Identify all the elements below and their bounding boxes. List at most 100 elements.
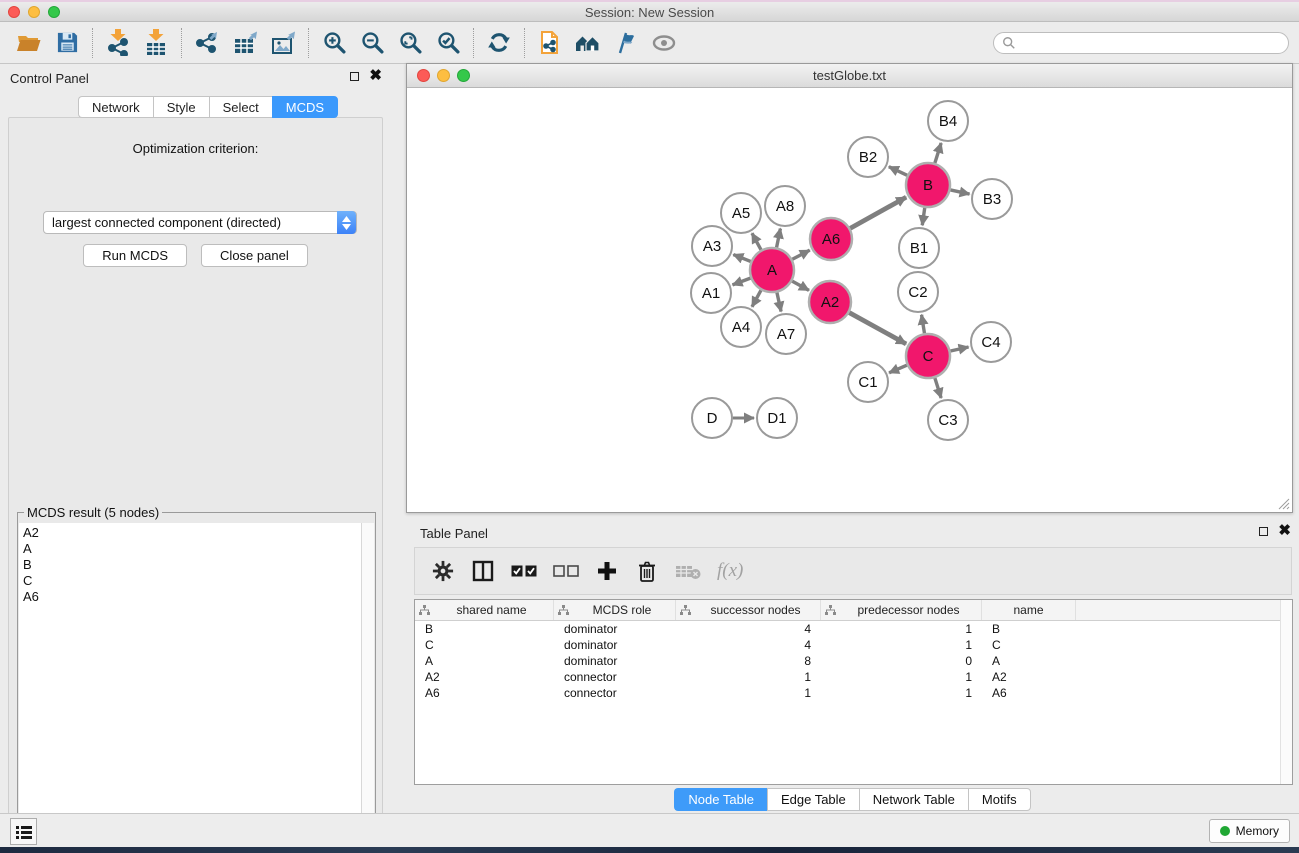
edge-A2-C[interactable] (849, 313, 906, 344)
show-columns-button[interactable] (471, 557, 495, 585)
table-row[interactable]: Cdominator41C (415, 637, 1292, 653)
vizmapper-button[interactable] (607, 26, 645, 60)
network-from-file-button[interactable] (531, 26, 569, 60)
node-B3[interactable]: B3 (972, 179, 1012, 219)
close-table-panel-icon[interactable]: ✖ (1278, 525, 1291, 537)
edge-B-B4[interactable] (935, 143, 941, 163)
search-input[interactable] (1016, 34, 1288, 52)
node-A2[interactable]: A2 (809, 281, 851, 323)
edge-B-B2[interactable] (889, 167, 907, 176)
close-panel-icon[interactable]: ✖ (369, 70, 382, 82)
edge-C-C4[interactable] (950, 347, 968, 351)
save-session-button[interactable] (48, 26, 86, 60)
run-mcds-button[interactable]: Run MCDS (83, 244, 187, 267)
edge-C-C2[interactable] (922, 315, 925, 334)
tab-mcds[interactable]: MCDS (272, 96, 338, 118)
network-canvas[interactable]: B4 B2 B B3 A8A5 A6 A3 B1 A C2 A1 A2 A4A7 C4 C C1 D D1 C3 (408, 89, 1291, 511)
node-C4[interactable]: C4 (971, 322, 1011, 362)
edge-A-A6[interactable] (792, 250, 809, 259)
import-table-button[interactable] (137, 26, 175, 60)
tab-edge-table[interactable]: Edge Table (767, 788, 859, 811)
zoom-fit-button[interactable] (391, 26, 429, 60)
function-builder-button[interactable]: f(x) (717, 557, 743, 585)
edge-B-B1[interactable] (922, 208, 924, 225)
tab-style[interactable]: Style (153, 96, 209, 118)
edge-A-A1[interactable] (733, 278, 751, 285)
close-panel-button[interactable]: Close panel (201, 244, 308, 267)
mcds-result-item[interactable]: A (23, 541, 374, 557)
open-session-button[interactable] (10, 26, 48, 60)
create-column-button[interactable] (595, 557, 619, 585)
float-panel-icon[interactable] (350, 72, 359, 81)
node-A5[interactable]: A5 (721, 193, 761, 233)
mcds-result-item[interactable]: C (23, 573, 374, 589)
node-B[interactable]: B (906, 163, 950, 207)
table-row[interactable]: A2connector11A2 (415, 669, 1292, 685)
zoom-selected-button[interactable] (429, 26, 467, 60)
column-header[interactable]: MCDS role (554, 600, 676, 620)
select-all-columns-button[interactable] (511, 557, 537, 585)
column-header[interactable]: name (982, 600, 1076, 620)
table-row[interactable]: Bdominator41B (415, 621, 1292, 637)
delete-columns-button[interactable] (635, 557, 659, 585)
panel-menu-button[interactable] (10, 818, 37, 845)
export-image-button[interactable] (264, 26, 302, 60)
node-B4[interactable]: B4 (928, 101, 968, 141)
delete-table-button[interactable] (675, 557, 701, 585)
export-network-button[interactable] (188, 26, 226, 60)
edge-A-A2[interactable] (792, 281, 809, 290)
float-table-panel-icon[interactable] (1259, 527, 1268, 536)
node-C1[interactable]: C1 (848, 362, 888, 402)
criterion-dropdown[interactable]: largest connected component (directed) (43, 211, 357, 234)
refresh-button[interactable] (480, 26, 518, 60)
memory-button[interactable]: Memory (1209, 819, 1290, 843)
tab-network[interactable]: Network (78, 96, 153, 118)
zoom-out-button[interactable] (353, 26, 391, 60)
column-header[interactable]: shared name (415, 600, 554, 620)
node-A1[interactable]: A1 (691, 273, 731, 313)
node-A6[interactable]: A6 (810, 218, 852, 260)
node-D[interactable]: D (692, 398, 732, 438)
reset-layout-button[interactable] (569, 26, 607, 60)
edge-A-A8[interactable] (777, 229, 781, 248)
mcds-list-scrollbar[interactable] (361, 523, 374, 848)
node-C3[interactable]: C3 (928, 400, 968, 440)
mcds-result-item[interactable]: A6 (23, 589, 374, 605)
edge-A-A7[interactable] (777, 292, 781, 311)
network-window-titlebar[interactable]: testGlobe.txt (407, 64, 1292, 88)
node-A8[interactable]: A8 (765, 186, 805, 226)
import-network-button[interactable] (99, 26, 137, 60)
edge-A-A4[interactable] (752, 290, 761, 307)
edge-C-C3[interactable] (935, 378, 941, 398)
node-table[interactable]: shared nameMCDS rolesuccessor nodesprede… (414, 599, 1293, 785)
export-table-button[interactable] (226, 26, 264, 60)
table-row[interactable]: Adominator80A (415, 653, 1292, 669)
table-settings-button[interactable] (431, 557, 455, 585)
tab-network-table[interactable]: Network Table (859, 788, 968, 811)
column-header[interactable]: successor nodes (676, 600, 821, 620)
table-header-row[interactable]: shared nameMCDS rolesuccessor nodesprede… (415, 600, 1292, 621)
tab-select[interactable]: Select (209, 96, 272, 118)
resize-grip-icon[interactable] (1277, 497, 1290, 510)
edge-A-A3[interactable] (733, 255, 750, 262)
show-graphics-details-button[interactable] (645, 26, 683, 60)
node-A7[interactable]: A7 (766, 314, 806, 354)
node-B2[interactable]: B2 (848, 137, 888, 177)
mcds-result-item[interactable]: B (23, 557, 374, 573)
node-B1[interactable]: B1 (899, 228, 939, 268)
mcds-result-item[interactable]: A2 (23, 525, 374, 541)
node-C2[interactable]: C2 (898, 272, 938, 312)
mcds-result-list[interactable]: A2ABCA6 (19, 523, 374, 848)
table-row[interactable]: A6connector11A6 (415, 685, 1292, 701)
node-A3[interactable]: A3 (692, 226, 732, 266)
node-A[interactable]: A (750, 248, 794, 292)
unselect-all-columns-button[interactable] (553, 557, 579, 585)
column-header[interactable]: predecessor nodes (821, 600, 982, 620)
edge-B-B3[interactable] (950, 190, 969, 194)
edge-A-A5[interactable] (752, 233, 761, 250)
tab-node-table[interactable]: Node Table (674, 788, 767, 811)
node-D1[interactable]: D1 (757, 398, 797, 438)
node-A4[interactable]: A4 (721, 307, 761, 347)
table-scrollbar[interactable] (1280, 600, 1292, 784)
node-C[interactable]: C (906, 334, 950, 378)
